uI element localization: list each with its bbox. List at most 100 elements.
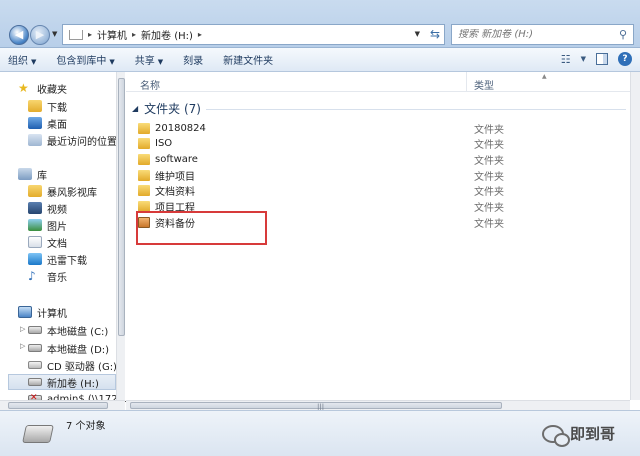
nav-label: 新加卷 (H:) xyxy=(47,375,99,390)
help-icon[interactable]: ? xyxy=(618,52,632,66)
scroll-thumb[interactable] xyxy=(8,402,108,409)
nav-vertical-scrollbar[interactable] xyxy=(116,72,125,402)
thunder-download-icon xyxy=(28,253,42,265)
file-type: 文件夹 xyxy=(474,121,504,136)
address-bar[interactable]: ▸ 计算机 ▸ 新加卷 (H:) ▸ ▼ ⇆ xyxy=(62,24,445,45)
view-options-icon[interactable]: ☷ xyxy=(561,53,571,66)
new-folder-button[interactable]: 新建文件夹 xyxy=(223,52,285,67)
file-type: 文件夹 xyxy=(474,199,504,214)
nav-label: 迅雷下载 xyxy=(47,252,87,267)
watermark-text: 即到哥 xyxy=(570,423,615,444)
file-name: ISO xyxy=(155,138,172,149)
file-row[interactable]: 20180824文件夹 xyxy=(138,120,628,136)
column-type-header[interactable]: 类型 xyxy=(474,77,494,92)
file-name: 文档资料 xyxy=(155,183,195,198)
navigation-pane: ★收藏夹 下载 桌面 最近访问的位置 库 暴风影视库 视频 图片 文档 迅雷下载… xyxy=(0,72,125,410)
desktop-icon xyxy=(28,117,42,129)
wechat-icon xyxy=(542,425,564,443)
column-name-header[interactable]: 名称 xyxy=(140,77,160,92)
nav-label: 计算机 xyxy=(37,305,67,320)
drive-icon xyxy=(28,344,42,352)
forward-button[interactable]: ▶ xyxy=(30,25,50,45)
caret-down-icon: ▼ xyxy=(31,58,36,66)
group-label: 文件夹 (7) xyxy=(144,100,201,117)
file-row[interactable]: 维护项目 文件夹 xyxy=(138,167,628,183)
nav-label: 音乐 xyxy=(47,269,67,284)
share-button[interactable]: 共享▼ xyxy=(135,52,175,67)
nav-drive-h[interactable]: 新加卷 (H:) xyxy=(8,374,116,390)
file-type: 文件夹 xyxy=(474,168,504,183)
star-icon: ★ xyxy=(18,82,32,94)
sort-caret-icon: ▲ xyxy=(542,73,547,80)
chevron-right-icon[interactable]: ▸ xyxy=(88,30,92,39)
nav-label: 最近访问的位置 xyxy=(47,133,117,148)
nav-label: 视频 xyxy=(47,201,67,216)
caret-down-icon: ▼ xyxy=(109,58,114,66)
folder-icon xyxy=(138,170,150,181)
chevron-right-icon[interactable]: ▸ xyxy=(198,30,202,39)
recent-pages-dropdown[interactable]: ▼ xyxy=(52,30,57,38)
collapse-icon[interactable]: ◢ xyxy=(132,104,138,113)
nav-label: 收藏夹 xyxy=(37,81,67,96)
folder-icon xyxy=(28,185,42,197)
column-divider[interactable] xyxy=(466,72,467,92)
nav-label: 库 xyxy=(37,167,47,182)
search-icon[interactable]: ⚲ xyxy=(619,28,627,41)
recent-places-icon xyxy=(28,134,42,146)
column-header: 名称 类型 ▲ xyxy=(126,72,640,92)
scroll-thumb[interactable] xyxy=(118,78,125,336)
library-icon xyxy=(18,168,32,180)
forward-arrow-icon: ▶ xyxy=(36,28,44,41)
highlight-annotation-box xyxy=(136,211,267,245)
file-row[interactable]: 文档资料 文件夹 xyxy=(138,182,628,198)
nav-horizontal-scrollbar[interactable] xyxy=(0,400,125,410)
group-header[interactable]: ◢ 文件夹 (7) xyxy=(132,100,201,117)
folder-icon xyxy=(138,201,150,212)
file-type: 文件夹 xyxy=(474,136,504,151)
burn-button[interactable]: 刻录 xyxy=(183,52,215,67)
nav-label: 图片 xyxy=(47,218,67,233)
video-library-icon xyxy=(28,202,42,214)
breadcrumb-drive-h[interactable]: 新加卷 (H:) xyxy=(141,27,193,42)
file-row[interactable]: software文件夹 xyxy=(138,151,628,167)
scroll-thumb[interactable]: ||| xyxy=(130,402,502,409)
search-box[interactable]: ⚲ xyxy=(451,24,634,45)
preview-pane-icon[interactable] xyxy=(596,53,608,65)
include-in-library-button[interactable]: 包含到库中▼ xyxy=(56,52,126,67)
nav-label: CD 驱动器 (G:) xyxy=(47,358,117,373)
music-icon: ♪ xyxy=(28,270,42,282)
share-label: 共享 xyxy=(135,56,155,67)
folder-icon xyxy=(138,138,150,149)
file-type: 文件夹 xyxy=(474,183,504,198)
pictures-library-icon xyxy=(28,219,42,231)
include-label: 包含到库中 xyxy=(56,56,106,67)
computer-icon xyxy=(18,306,32,318)
refresh-icon[interactable]: ⇆ xyxy=(430,27,440,41)
expand-icon[interactable]: ▷ xyxy=(20,325,25,333)
title-bar: ◀ ▶ ▼ ▸ 计算机 ▸ 新加卷 (H:) ▸ ▼ ⇆ ⚲ xyxy=(0,0,640,48)
nav-label: 本地磁盘 (C:) xyxy=(47,323,108,338)
view-dropdown-icon[interactable]: ▼ xyxy=(581,55,586,63)
search-input[interactable] xyxy=(458,29,608,40)
nav-label: 下载 xyxy=(47,99,67,114)
watermark: 即到哥 xyxy=(542,423,615,444)
main-vertical-scrollbar[interactable] xyxy=(630,72,640,400)
breadcrumb-computer[interactable]: 计算机 xyxy=(97,27,127,42)
drive-icon xyxy=(28,378,42,386)
organize-button[interactable]: 组织▼ xyxy=(8,52,48,67)
chevron-right-icon[interactable]: ▸ xyxy=(132,30,136,39)
caret-down-icon: ▼ xyxy=(158,58,163,66)
back-button[interactable]: ◀ xyxy=(9,25,29,45)
folder-icon xyxy=(138,185,150,196)
address-dropdown-icon[interactable]: ▼ xyxy=(415,30,420,38)
file-name: software xyxy=(155,154,198,165)
file-name: 维护项目 xyxy=(155,168,195,183)
expand-icon[interactable]: ▷ xyxy=(20,342,25,350)
folder-icon xyxy=(138,123,150,134)
main-horizontal-scrollbar[interactable]: ||| xyxy=(126,400,630,410)
folder-icon xyxy=(28,100,42,112)
object-count: 7 个对象 xyxy=(66,417,106,432)
file-row[interactable]: ISO 文件夹 xyxy=(138,135,628,151)
nav-label: 本地磁盘 (D:) xyxy=(47,341,109,356)
file-type: 文件夹 xyxy=(474,215,504,230)
